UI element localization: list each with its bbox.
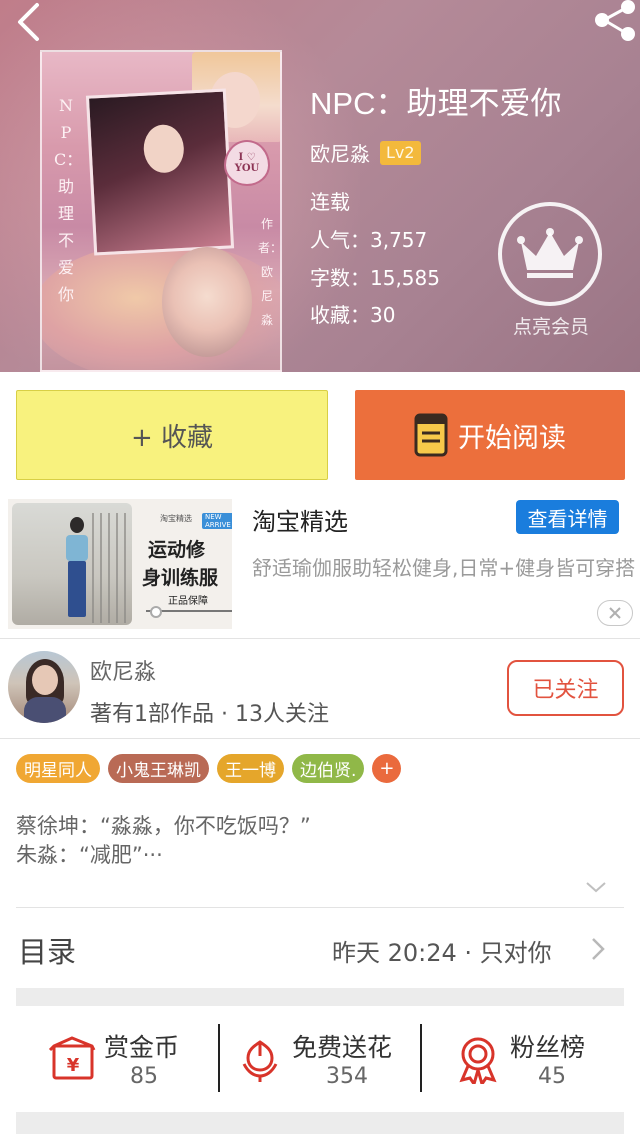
back-button[interactable] — [8, 0, 48, 44]
tag-item[interactable]: 王一博 — [217, 754, 284, 783]
cover-author: 作者：欧尼淼 — [258, 217, 282, 327]
author-card-stats: 著有1部作品 · 13人关注 — [90, 702, 329, 727]
cover-photo-main — [85, 88, 235, 256]
fan-ranking-label: 粉丝榜 — [510, 1033, 586, 1062]
ad-image-line1: 运动修 — [148, 539, 206, 561]
chevron-right-icon[interactable] — [590, 936, 606, 962]
stat-separator — [420, 1024, 422, 1092]
chevron-left-icon — [18, 3, 39, 41]
send-flower-button[interactable]: 免费送花 354 — [240, 1026, 416, 1096]
tag-item[interactable]: 小鬼王琳凯 — [108, 754, 209, 783]
ad-image-brand: 淘宝精选 — [160, 514, 192, 523]
serial-status: 连载 — [310, 190, 350, 214]
share-icon — [595, 0, 635, 41]
start-reading-button[interactable]: 开始阅读 — [355, 390, 625, 480]
author-row: 欧尼淼 Lv2 — [310, 138, 421, 167]
tag-list: 明星同人 小鬼王琳凯 王一博 边伯贤. + — [16, 754, 402, 783]
svg-text:¥: ¥ — [67, 1055, 80, 1076]
expand-synopsis-button[interactable] — [584, 876, 608, 898]
section-divider — [0, 738, 640, 739]
vip-label: 点亮会员 — [512, 316, 589, 338]
author-avatar[interactable] — [8, 651, 80, 723]
popularity: 人气：3,757 — [310, 228, 428, 252]
send-flower-label: 免费送花 — [292, 1033, 393, 1062]
favorites-count: 收藏：30 — [310, 303, 396, 327]
section-spacer — [16, 1112, 624, 1134]
ad-image-dot — [150, 606, 162, 618]
medal-icon — [459, 1037, 497, 1084]
word-count: 字数：15,585 — [310, 266, 440, 290]
level-badge: Lv2 — [380, 140, 421, 165]
ad-title[interactable]: 淘宝精选 — [252, 502, 348, 537]
book-cover[interactable]: I ♡ YOU NPC：助理不爱你 作者：欧尼淼 — [40, 50, 282, 372]
reward-coins-button[interactable]: ¥ 赏金币 85 — [48, 1026, 208, 1096]
book-icon — [414, 413, 448, 457]
synopsis-line: 蔡徐坤：“淼淼，你不吃饭吗？” — [16, 814, 311, 838]
chevron-down-icon — [586, 882, 606, 893]
cover-photo-bottom — [162, 247, 252, 357]
ad-image[interactable]: 淘宝精选 NEW ARRIVE 运动修 身训练服 正品保障 — [8, 499, 232, 629]
toc-latest-chapter[interactable]: 昨天 20:24 · 只对你 — [332, 933, 552, 968]
toc-label[interactable]: 目录 — [18, 929, 76, 971]
start-reading-label: 开始阅读 — [458, 422, 566, 454]
section-spacer — [16, 988, 624, 1006]
cover-vertical-title: NPC：助理不爱你 — [54, 96, 83, 304]
crown-icon — [498, 202, 602, 306]
reward-coins-label: 赏金币 — [104, 1033, 180, 1062]
ad-photo — [12, 503, 132, 625]
section-divider — [16, 907, 624, 908]
fan-ranking-value: 45 — [538, 1064, 566, 1089]
ad-image-tag: NEW ARRIVE — [202, 513, 232, 529]
ad-image-badge: 正品保障 — [168, 596, 208, 607]
follow-button[interactable]: 已关注 — [507, 660, 624, 716]
ad-description[interactable]: 舒适瑜伽服助轻松健身,日常+健身皆可穿搭 — [252, 554, 636, 583]
share-button[interactable] — [588, 0, 640, 44]
book-title: NPC：助理不爱你 — [310, 86, 562, 121]
stat-separator — [218, 1024, 220, 1092]
synopsis[interactable]: 蔡徐坤：“淼淼，你不吃饭吗？” 朱淼：“减肥”··· — [16, 812, 311, 870]
send-flower-value: 354 — [326, 1064, 368, 1089]
collect-button[interactable]: + 收藏 — [16, 390, 328, 480]
reward-coins-value: 85 — [130, 1064, 158, 1089]
heart-balloon-icon: I ♡ YOU — [224, 140, 270, 186]
tag-item[interactable]: 边伯贤. — [292, 754, 365, 783]
author-card-name[interactable]: 欧尼淼 — [90, 654, 156, 686]
ad-image-line2: 身训练服 — [142, 567, 219, 589]
section-divider — [0, 638, 640, 639]
book-header: I ♡ YOU NPC：助理不爱你 作者：欧尼淼 NPC：助理不爱你 欧尼淼 Lv… — [0, 0, 640, 372]
ad-detail-button[interactable]: 查看详情 — [516, 500, 619, 534]
author-name[interactable]: 欧尼淼 — [310, 138, 370, 167]
add-tag-button[interactable]: + — [372, 754, 402, 783]
flower-icon — [242, 1040, 278, 1082]
vip-button[interactable]: 点亮会员 — [498, 202, 604, 342]
coin-envelope-icon: ¥ — [48, 1036, 96, 1080]
fan-ranking-button[interactable]: 粉丝榜 45 — [458, 1026, 608, 1096]
close-icon — [609, 607, 621, 619]
ad-close-button[interactable] — [597, 600, 633, 626]
synopsis-line: 朱淼：“减肥”··· — [16, 843, 163, 867]
tag-item[interactable]: 明星同人 — [16, 754, 100, 783]
